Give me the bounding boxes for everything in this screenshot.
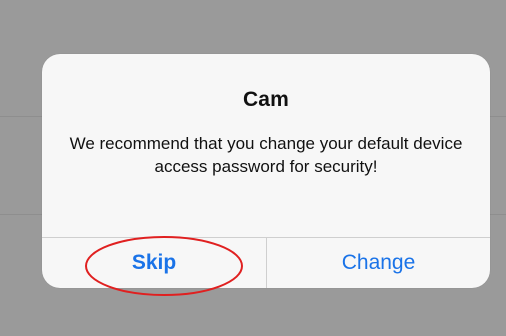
alert-message: We recommend that you change your defaul… [69, 134, 463, 176]
alert-title: Cam [242, 88, 290, 111]
change-button[interactable]: Change [267, 238, 490, 288]
alert-body: Cam We recommend that you change your de… [42, 54, 490, 237]
alert-dialog: Cam We recommend that you change your de… [42, 54, 490, 288]
screen-dimmed-background: Cam We recommend that you change your de… [0, 0, 506, 336]
skip-button[interactable]: Skip [42, 238, 266, 288]
